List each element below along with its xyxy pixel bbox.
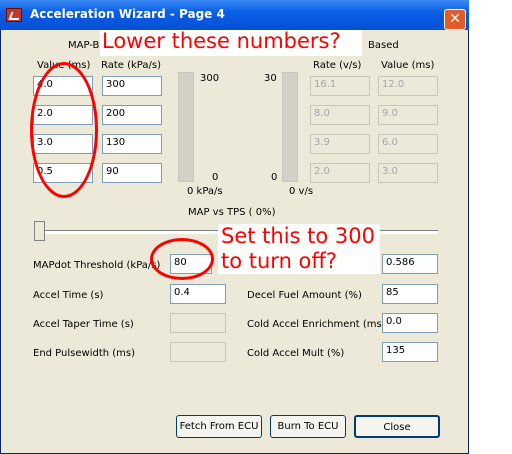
tps-rate-4: 2.0 [310,163,370,183]
tps-rate-1: 16.1 [310,76,370,96]
map-rate-4[interactable]: 90 [102,163,162,183]
tps-rate-3: 3.9 [310,134,370,154]
cold-accel-enrichment-label: Cold Accel Enrichment (ms) [247,319,386,330]
accel-taper-input [170,313,226,333]
accel-time-input[interactable]: 0.4 [170,284,226,304]
accel-taper-label: Accel Taper Time (s) [33,319,134,330]
end-pulsewidth-input [170,342,226,362]
tps-bar-readout: 0 v/s [289,186,314,197]
tps-value-header: Value (ms) [381,60,435,71]
cold-accel-mult-input[interactable]: 135 [382,342,438,362]
close-button[interactable]: Close [354,415,440,438]
tps-value-3: 6.0 [378,134,438,154]
tps-value-1: 12.0 [378,76,438,96]
decel-fuel-label: Decel Fuel Amount (%) [247,290,362,301]
map-bar-readout: 0 kPa/s [187,186,223,197]
tps-rate-bar [282,72,298,182]
mapdot-threshold-label: MAPdot Threshold (kPa/s) [33,260,161,271]
tps-value-4: 3.0 [378,163,438,183]
close-icon: ✕ [449,11,461,27]
map-based-header: MAP-B [68,40,100,51]
map-vs-tps-label: MAP vs TPS ( 0%) [188,207,276,218]
tps-value-2: 9.0 [378,105,438,125]
decel-fuel-input[interactable]: 85 [382,284,438,304]
map-bar-max: 300 [200,73,220,84]
map-bar-min: 0 [212,172,219,183]
tps-bar-max: 30 [264,73,277,84]
map-rate-1[interactable]: 300 [102,76,162,96]
tps-rate-2: 8.0 [310,105,370,125]
end-pulsewidth-label: End Pulsewidth (ms) [33,348,136,359]
accel-time-label: Accel Time (s) [33,290,104,301]
map-rate-2[interactable]: 200 [102,105,162,125]
map-rate-header: Rate (kPa/s) [101,60,161,71]
annotation-set-300-line1: Set this to 300 [221,224,375,248]
window-title: Acceleration Wizard - Page 4 [30,7,225,21]
annotation-set-300-line2: to turn off? [221,249,338,273]
tps-based-header: Based [368,40,399,51]
close-window-button[interactable]: ✕ [444,9,466,30]
annotation-lower-numbers: Lower these numbers? [102,29,341,53]
tps-threshold-input[interactable]: 0.586 [382,254,438,274]
tps-rate-header: Rate (v/s) [313,60,362,71]
tps-bar-min: 0 [271,172,278,183]
app-icon [6,8,22,22]
map-rate-bar [178,72,194,182]
fetch-from-ecu-button[interactable]: Fetch From ECU [176,415,262,438]
burn-to-ecu-button[interactable]: Burn To ECU [270,415,346,438]
annotation-circle-threshold [150,238,214,280]
slider-thumb[interactable] [34,221,45,241]
cold-accel-enrichment-input[interactable]: 0.0 [382,313,438,333]
annotation-circle-values [30,62,98,198]
map-rate-3[interactable]: 130 [102,134,162,154]
cold-accel-mult-label: Cold Accel Mult (%) [247,348,345,359]
